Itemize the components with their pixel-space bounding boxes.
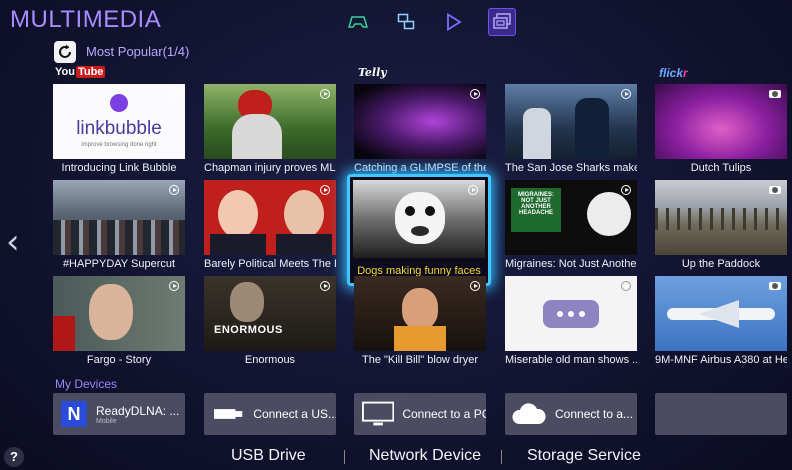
section-label: Most Popular(1/4) [86,44,190,59]
device-label: ReadyDLNA: ... [96,403,180,418]
telly-logo: Telly [358,66,387,79]
usb-icon [214,409,243,419]
thumbnail [53,180,185,255]
thumbnail: linkbubble improve browsing done right [53,84,185,159]
video-title: Barely Political Meets The P... [204,258,336,270]
device-label: Connect to a... [555,407,634,421]
mode-switcher [344,8,516,36]
overlay-text: ENORMOUS [214,324,283,336]
app-title: MULTIMEDIA [10,6,162,33]
video-title: Enormous [244,354,296,366]
tagline: improve browsing done right [81,142,157,148]
device-label: Connect to a PC [402,407,486,421]
tab-usb-drive[interactable]: USB Drive [231,447,306,465]
thumbnail [353,180,485,258]
link-icon [110,94,128,112]
cloud-icon [512,403,546,424]
camera-icon [769,282,781,290]
multimedia-icon[interactable] [488,8,516,36]
play-badge-icon [470,89,480,99]
video-title: Catching a GLIMPSE of the... [354,162,486,174]
thumbnail: MIGRAINES: NOT JUST ANOTHER HEADACHE [505,180,637,255]
camera-icon [769,186,781,194]
help-button[interactable]: ? [4,447,24,467]
photo-title: Dutch Tulips [690,162,752,174]
device-pc[interactable]: Connect to a PC [354,393,486,435]
multiscreen-icon[interactable] [392,8,420,36]
video-tile[interactable]: Miserable old man shows ... [505,276,637,370]
play-badge-icon [621,89,631,99]
thumbnail: ENORMOUS [204,276,336,351]
play-badge-icon [621,281,631,291]
monitor-icon [362,401,395,426]
play-badge-icon [621,185,631,195]
youtube-logo: You Tube [55,66,106,78]
video-tile[interactable]: Barely Political Meets The P... [204,180,336,274]
video-tile[interactable]: The San Jose Sharks make ... [505,84,637,178]
photo-title: 9M-MNF Airbus A380 at He... [655,354,787,366]
thumbnail [204,180,336,255]
play-badge-icon [169,89,179,99]
thumbnail [505,84,637,159]
thumbnail [505,276,637,351]
video-tile[interactable]: #HAPPYDAY Supercut [53,180,185,274]
thumbnail [53,276,185,351]
scroll-left-button[interactable]: ‹ [6,222,20,262]
camera-icon [769,90,781,98]
video-tile[interactable]: The "Kill Bill" blow dryer [354,276,486,370]
video-title: Fargo - Story [86,354,152,366]
video-tile[interactable]: Catching a GLIMPSE of the... [354,84,486,178]
tab-separator [501,450,502,464]
device-usb[interactable]: Connect a US... [204,393,336,435]
tab-storage-service[interactable]: Storage Service [527,447,641,465]
device-storage[interactable]: Connect to a... [505,393,637,435]
device-label: Connect a US... [253,407,336,421]
device-empty-slot[interactable] [655,393,787,435]
play-badge-icon [470,281,480,291]
photo-tile[interactable]: 9M-MNF Airbus A380 at He... [655,276,787,370]
photo-tile[interactable]: Dutch Tulips [655,84,787,178]
thumbnail [354,276,486,351]
sign-text: MIGRAINES: NOT JUST ANOTHER HEADACHE [511,188,561,232]
video-title: Introducing Link Bubble [61,162,177,174]
video-title: #HAPPYDAY Supercut [62,258,176,270]
play-badge-icon [169,281,179,291]
focused-video-tile[interactable]: Dogs making funny faces [347,174,491,286]
video-title: Chapman injury proves ML... [204,162,336,174]
video-title: The San Jose Sharks make ... [505,162,637,174]
thumbnail [204,84,336,159]
video-title: Migraines: Not Just Anothe... [505,258,637,270]
gamepad-icon[interactable] [344,8,372,36]
device-sub-label: Mobile [96,417,117,425]
play-badge-icon [320,89,330,99]
refresh-icon[interactable] [54,41,76,63]
device-readydlna[interactable]: N ReadyDLNA: ... Mobile [53,393,185,435]
play-badge-icon [169,185,179,195]
video-title: The "Kill Bill" blow dryer [361,354,478,366]
thumbnail [655,84,787,159]
thumbnail [655,180,787,255]
flickr-logo: flickr [659,66,688,80]
play-badge-icon [320,281,330,291]
linkbubble-logo: linkbubble [76,118,162,139]
video-tile[interactable]: ENORMOUS Enormous [204,276,336,370]
play-icon[interactable] [440,8,468,36]
video-tile[interactable]: Chapman injury proves ML... [204,84,336,178]
play-badge-icon [468,185,478,195]
thumbnail [655,276,787,351]
photo-title: Up the Paddock [681,258,761,270]
tab-separator [344,450,345,464]
photo-tile[interactable]: Up the Paddock [655,180,787,274]
video-tile[interactable]: Fargo - Story [53,276,185,370]
video-title: Miserable old man shows ... [505,354,637,366]
play-badge-icon [320,185,330,195]
dlna-icon: N [61,401,87,427]
thumbnail [354,84,486,159]
tab-network-device[interactable]: Network Device [369,447,481,465]
video-tile[interactable]: MIGRAINES: NOT JUST ANOTHER HEADACHE Mig… [505,180,637,274]
my-devices-label: My Devices [55,377,118,391]
video-tile[interactable]: linkbubble improve browsing done right I… [53,84,185,178]
